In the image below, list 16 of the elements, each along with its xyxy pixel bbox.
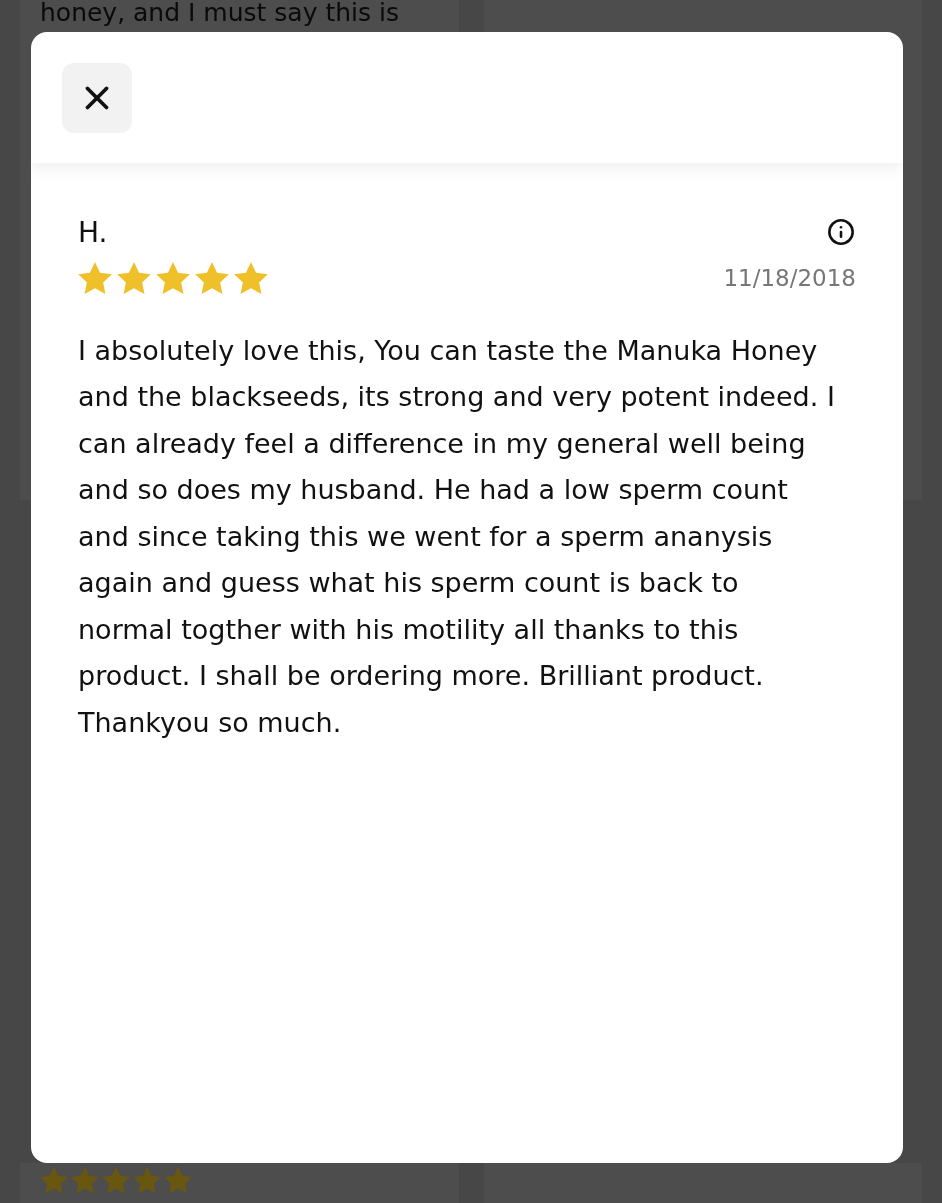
star-icon xyxy=(78,262,112,295)
review-text: honey, and I must say this is xyxy=(40,0,400,28)
star-icon xyxy=(133,1167,161,1194)
star-icon xyxy=(195,262,229,295)
info-icon[interactable] xyxy=(827,218,855,246)
review-text: I absolutely love this, You can taste the Manuka Honey and the blackseeds, its strong and very potent indeed. I can already feel a difference in my general well being and so does my husband. He had a low sperm count and since taking this we went for a sperm ananysis again and guess what his sperm count is back to normal togther with his motility all thanks to this product. I shall be ordering more. Brilliant product. Thankyou so much. xyxy=(78,333,836,740)
review-date: 11/18/2018 xyxy=(723,264,856,293)
star-icon xyxy=(164,1167,192,1194)
reviewer-name: H. xyxy=(78,215,108,251)
star-icon xyxy=(102,1167,130,1194)
star-icon xyxy=(71,1167,99,1194)
star-icon xyxy=(117,262,151,295)
close-button[interactable] xyxy=(62,63,132,133)
star-icon xyxy=(156,262,190,295)
star-icon xyxy=(234,262,268,295)
star-icon xyxy=(40,1167,68,1194)
